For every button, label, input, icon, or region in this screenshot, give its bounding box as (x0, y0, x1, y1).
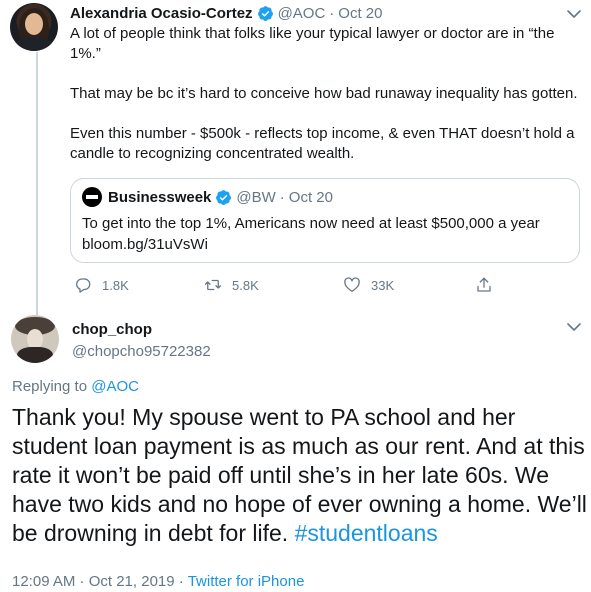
tweet-header: Alexandria Ocasio-Cortez @AOC · Oct 20 (70, 2, 382, 24)
thread-connector-line (36, 52, 38, 316)
tweet-paragraph: A lot of people think that folks like yo… (70, 25, 555, 62)
like-button[interactable]: 33K (343, 276, 394, 294)
tweet-timestamp[interactable]: 12:09 AM · Oct 21, 2019 (12, 573, 175, 590)
author-handle[interactable]: @AOC (278, 5, 326, 22)
verified-badge-icon (257, 5, 273, 21)
retweet-button[interactable]: 5.8K (204, 276, 259, 294)
tweet-actions: 1.8K 5.8K 33K (70, 276, 510, 298)
separator-dot: · (279, 188, 285, 206)
quoted-author-handle: @BW (236, 188, 276, 206)
tweet-metadata: 12:09 AM · Oct 21, 2019 · Twitter for iP… (12, 573, 304, 590)
verified-badge-icon (216, 189, 232, 205)
quoted-author-name: Businessweek (108, 188, 212, 206)
replying-to: Replying to @AOC (12, 378, 139, 395)
separator-dot: · (178, 573, 184, 590)
heart-icon (344, 277, 360, 293)
quoted-tweet-date: Oct 20 (288, 188, 333, 206)
tweet-date[interactable]: Oct 20 (338, 5, 382, 22)
share-icon (477, 277, 491, 292)
quoted-tweet-text: To get into the top 1%, Americans now ne… (82, 213, 572, 255)
chevron-down-icon[interactable] (565, 8, 583, 20)
share-button[interactable] (475, 276, 503, 294)
tweet-paragraph: That may be bc it’s hard to conceive how… (70, 85, 578, 102)
tweet-text: A lot of people think that folks like yo… (70, 24, 580, 164)
reply-button[interactable]: 1.8K (74, 276, 129, 294)
businessweek-logo-avatar (82, 187, 102, 207)
replying-to-label: Replying to (12, 378, 88, 395)
separator-dot: · (329, 4, 335, 22)
replying-to-handle[interactable]: @AOC (91, 378, 139, 395)
hashtag-link[interactable]: #studentloans (295, 520, 438, 546)
tweet-text: Thank you! My spouse went to PA school a… (12, 403, 587, 548)
quoted-tweet-card[interactable]: Businessweek @BW · Oct 20 To get into th… (70, 178, 580, 263)
chevron-down-icon[interactable] (565, 321, 583, 333)
like-count: 33K (371, 277, 395, 293)
author-handle[interactable]: @chopcho95722382 (72, 343, 211, 360)
avatar[interactable] (10, 3, 58, 51)
quoted-tweet-header: Businessweek @BW · Oct 20 (82, 187, 333, 207)
tweet-source-link[interactable]: Twitter for iPhone (188, 573, 305, 590)
parent-tweet[interactable]: Alexandria Ocasio-Cortez @AOC · Oct 20 A… (0, 0, 591, 316)
reply-count: 1.8K (102, 277, 129, 293)
reply-icon (76, 278, 91, 293)
retweet-count: 5.8K (232, 277, 259, 293)
tweet-paragraph: Even this number - $500k - reflects top … (70, 125, 575, 162)
author-name[interactable]: chop_chop (72, 321, 152, 338)
retweet-icon (204, 279, 222, 291)
author-name[interactable]: Alexandria Ocasio-Cortez (70, 5, 253, 22)
avatar[interactable] (11, 315, 59, 363)
quoted-text-line: To get into the top 1%, Americans now ne… (82, 215, 540, 232)
quoted-link[interactable]: bloom.bg/31uVsWi (82, 234, 572, 255)
